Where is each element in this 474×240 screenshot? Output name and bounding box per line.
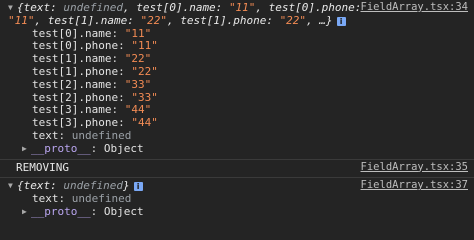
info-icon[interactable]: i xyxy=(133,182,143,192)
console-entry-message: FieldArray.tsx:35 REMOVING xyxy=(0,160,474,179)
console-entry-object: FieldArray.tsx:34 ▼ {text: undefined, tes… xyxy=(0,0,474,160)
object-properties: test[0].name: "11" test[0].phone: "11" t… xyxy=(8,27,468,156)
source-link[interactable]: FieldArray.tsx:37 xyxy=(361,179,468,192)
proto-row[interactable]: ▶ __proto__: Object xyxy=(22,205,468,219)
object-properties: text: undefined ▶ __proto__: Object xyxy=(8,192,468,219)
expand-triangle-right-icon[interactable]: ▶ xyxy=(22,206,31,219)
proto-row[interactable]: ▶ __proto__: Object xyxy=(22,142,468,156)
console-entry-object: FieldArray.tsx:37 ▼ {text: undefined} i te… xyxy=(0,178,474,221)
source-link[interactable]: FieldArray.tsx:35 xyxy=(361,161,468,174)
source-link[interactable]: FieldArray.tsx:34 xyxy=(361,1,468,14)
devtools-console: FieldArray.tsx:34 ▼ {text: undefined, tes… xyxy=(0,0,474,225)
expand-triangle-right-icon[interactable]: ▶ xyxy=(22,143,31,156)
info-icon[interactable]: i xyxy=(336,16,346,26)
property-row-text: text: undefined xyxy=(32,128,132,142)
expand-triangle-down-icon[interactable]: ▼ xyxy=(8,180,17,193)
